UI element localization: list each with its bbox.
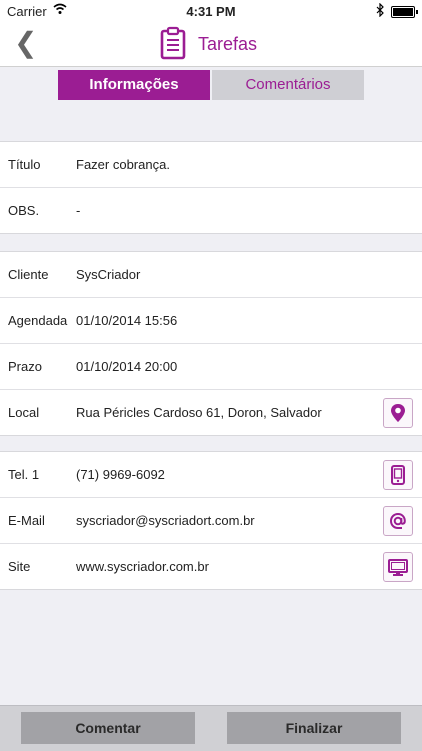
agendada-value: 01/10/2014 15:56 xyxy=(76,313,178,328)
prazo-value: 01/10/2014 20:00 xyxy=(76,359,178,374)
clock: 4:31 PM xyxy=(186,4,236,19)
row-prazo: Prazo 01/10/2014 20:00 xyxy=(0,344,422,390)
cliente-value: SysCriador xyxy=(76,267,141,282)
battery-icon xyxy=(391,6,418,18)
tab-informacoes[interactable]: Informações xyxy=(58,70,210,100)
monitor-icon[interactable] xyxy=(383,552,413,582)
bluetooth-icon xyxy=(376,2,384,20)
info-group: Título Fazer cobrança. OBS. - xyxy=(0,141,422,234)
tel-value: (71) 9969-6092 xyxy=(76,467,165,482)
tel-label: Tel. 1 xyxy=(8,467,40,482)
prazo-label: Prazo xyxy=(8,359,42,374)
tab-comentarios[interactable]: Comentários xyxy=(212,70,364,100)
schedule-group: Cliente SysCriador Agendada 01/10/2014 1… xyxy=(0,251,422,436)
contact-group: Tel. 1 (71) 9969-6092 E-Mail syscriador@… xyxy=(0,451,422,590)
map-pin-icon[interactable] xyxy=(383,398,413,428)
clipboard-icon xyxy=(159,26,187,65)
row-site: Site www.syscriador.com.br xyxy=(0,544,422,589)
row-local: Local Rua Péricles Cardoso 61, Doron, Sa… xyxy=(0,390,422,435)
titulo-value: Fazer cobrança. xyxy=(76,157,170,172)
status-bar: Carrier 4:31 PM xyxy=(0,0,422,22)
battery-fill xyxy=(393,8,413,16)
local-label: Local xyxy=(8,405,40,420)
local-value: Rua Péricles Cardoso 61, Doron, Salvador xyxy=(76,405,322,420)
agendada-label: Agendada xyxy=(8,313,68,328)
row-email: E-Mail syscriador@syscriadort.com.br xyxy=(0,498,422,544)
obs-label: OBS. xyxy=(8,203,40,218)
bottom-toolbar: Comentar Finalizar xyxy=(0,705,422,751)
cliente-label: Cliente xyxy=(8,267,49,282)
row-titulo: Título Fazer cobrança. xyxy=(0,142,422,188)
row-agendada: Agendada 01/10/2014 15:56 xyxy=(0,298,422,344)
row-obs: OBS. - xyxy=(0,188,422,233)
row-cliente: Cliente SysCriador xyxy=(0,252,422,298)
email-label: E-Mail xyxy=(8,513,45,528)
site-value: www.syscriador.com.br xyxy=(76,559,209,574)
chevron-left-icon[interactable]: ❮ xyxy=(14,26,37,60)
page-title: Tarefas xyxy=(198,34,258,54)
titulo-label: Título xyxy=(8,157,41,172)
obs-value: - xyxy=(76,203,81,218)
comentar-button[interactable]: Comentar xyxy=(21,712,195,744)
segmented-control: Informações Comentários xyxy=(58,70,364,100)
nav-bar: ❮ Tarefas xyxy=(0,22,422,67)
site-label: Site xyxy=(8,559,31,574)
email-value: syscriador@syscriadort.com.br xyxy=(76,513,255,528)
finalizar-button[interactable]: Finalizar xyxy=(227,712,401,744)
at-icon[interactable] xyxy=(383,506,413,536)
row-telefone: Tel. 1 (71) 9969-6092 xyxy=(0,452,422,498)
phone-icon[interactable] xyxy=(383,460,413,490)
